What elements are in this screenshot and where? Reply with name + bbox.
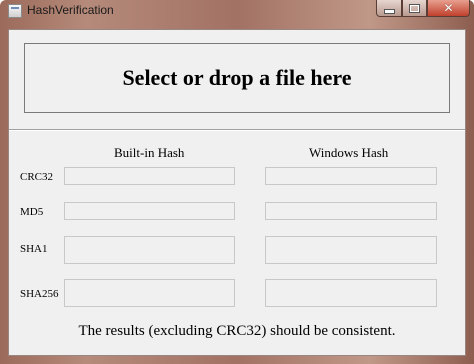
maximize-button[interactable] <box>402 0 427 17</box>
close-button[interactable]: ✕ <box>427 0 470 17</box>
app-window: HashVerification ✕ Select or drop a file… <box>0 0 474 364</box>
windows-hash-header: Windows Hash <box>309 145 389 160</box>
sha256-windows-field[interactable] <box>265 279 437 307</box>
sha256-builtin-field[interactable] <box>64 279 235 307</box>
md5-label: MD5 <box>20 206 44 218</box>
sha1-builtin-field[interactable] <box>64 236 235 264</box>
close-icon: ✕ <box>443 1 454 15</box>
file-drop-zone[interactable]: Select or drop a file here <box>24 43 450 113</box>
sha1-windows-field[interactable] <box>265 236 437 264</box>
client-area: Select or drop a file here Built-in Hash… <box>8 29 466 356</box>
divider <box>9 129 465 131</box>
sha256-label: SHA256 <box>20 288 59 300</box>
title-bar[interactable]: HashVerification ✕ <box>0 0 474 22</box>
minimize-button[interactable] <box>376 0 402 17</box>
crc32-label: CRC32 <box>20 171 54 183</box>
crc32-builtin-field[interactable] <box>64 167 235 185</box>
consistency-note: The results (excluding CRC32) should be … <box>78 323 396 339</box>
builtin-hash-header: Built-in Hash <box>114 145 185 160</box>
app-window-icon <box>8 4 22 18</box>
window-title: HashVerification <box>27 3 114 17</box>
md5-builtin-field[interactable] <box>64 202 235 220</box>
crc32-windows-field[interactable] <box>265 167 437 185</box>
minimize-icon <box>383 8 395 14</box>
maximize-icon <box>409 3 420 13</box>
md5-windows-field[interactable] <box>265 202 437 220</box>
sha1-label: SHA1 <box>20 243 48 255</box>
